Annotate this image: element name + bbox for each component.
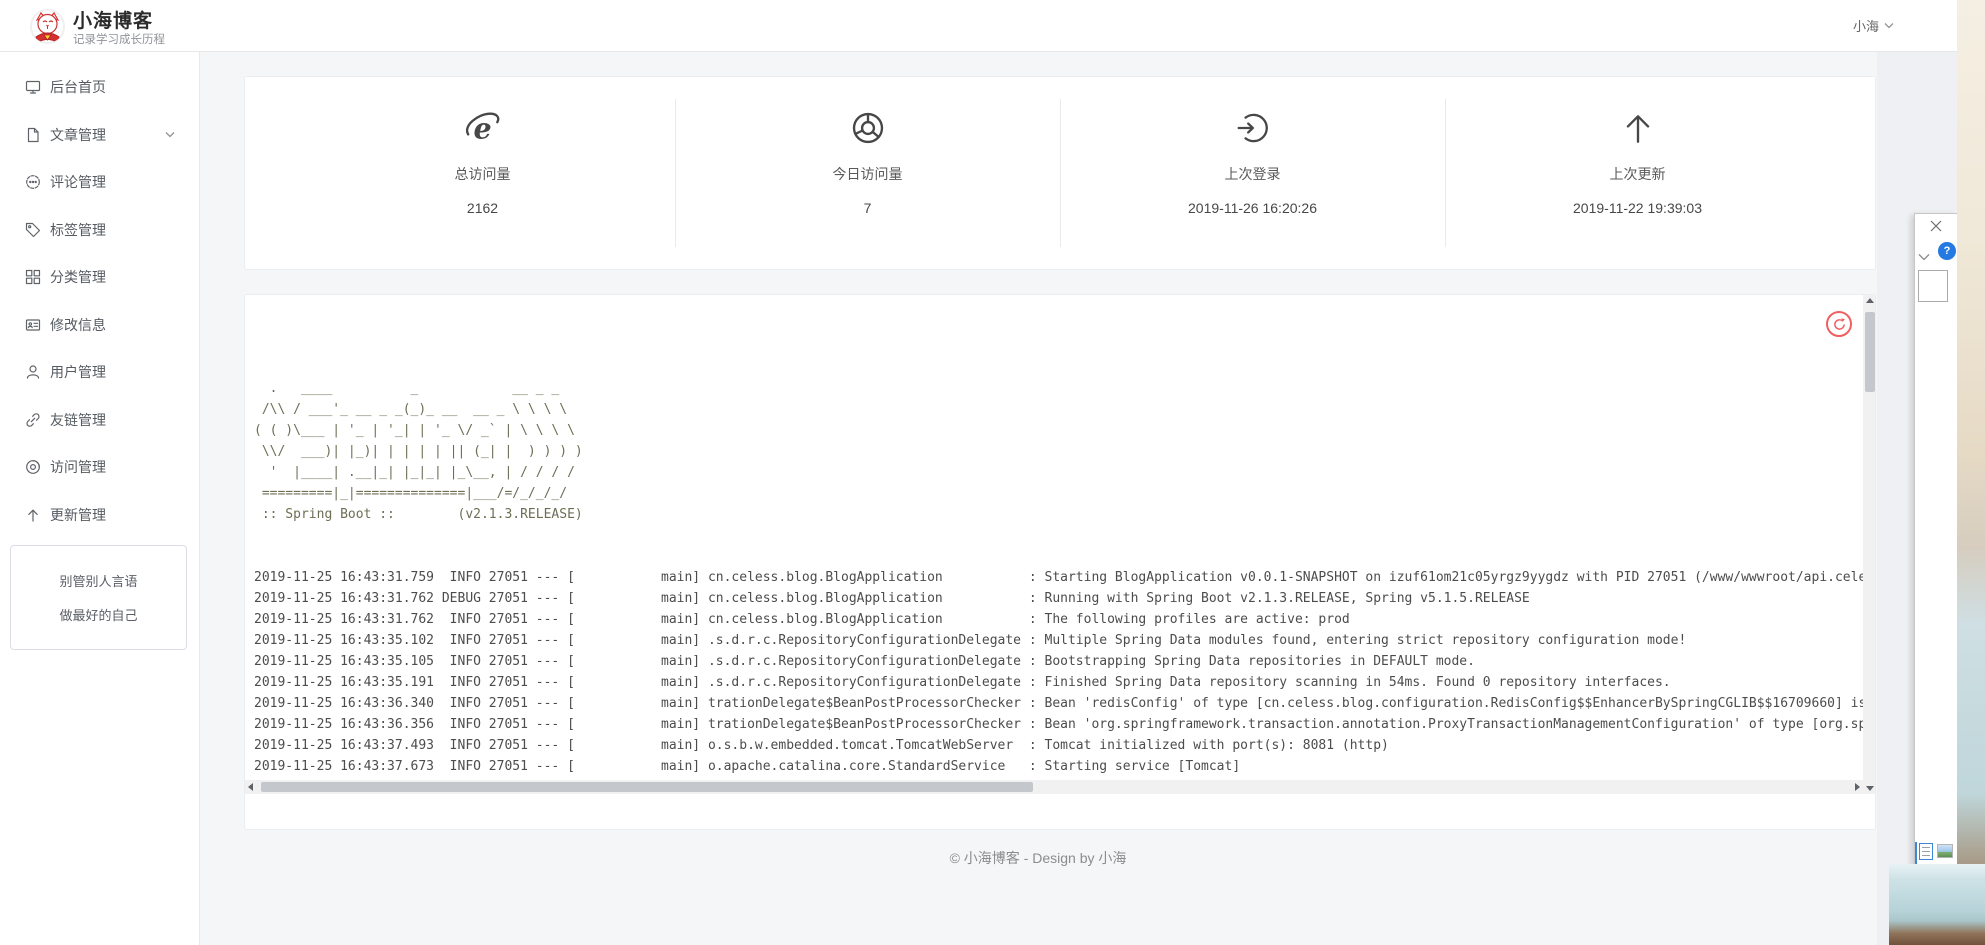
chevron-down-icon: [1884, 22, 1894, 29]
stat-label: 上次更新: [1610, 164, 1666, 184]
sidebar-item-label: 评论管理: [50, 168, 106, 196]
sidebar-item-label: 访问管理: [50, 453, 106, 481]
motto-line-1: 别管别人言语: [59, 571, 137, 590]
popup-text-input[interactable]: [1918, 270, 1948, 302]
user-icon: [25, 364, 41, 380]
sidebar-item-label: 分类管理: [50, 263, 106, 291]
id-card-icon: [25, 317, 41, 333]
chevron-down-icon[interactable]: [1918, 248, 1930, 266]
sidebar-item-articles[interactable]: 文章管理: [0, 121, 199, 149]
username: 小海: [1853, 16, 1879, 35]
chrome-browser-icon: [850, 110, 886, 146]
browser-side-popup: ?: [1914, 213, 1957, 945]
stats-card: e总访问量2162今日访问量7上次登录2019-11-26 16:20:26上次…: [244, 76, 1876, 270]
sidebar-item-label: 更新管理: [50, 501, 106, 529]
list-tray-icon[interactable]: [1919, 843, 1933, 860]
user-dropdown[interactable]: 小海: [1853, 16, 1894, 35]
sidebar-item-profile[interactable]: 修改信息: [0, 311, 199, 339]
site-logo-avatar[interactable]: [30, 9, 65, 44]
sidebar-item-label: 用户管理: [50, 358, 106, 386]
monitor-icon: [25, 79, 41, 95]
stat-last-update: 上次更新 2019-11-22 19:39:03: [1445, 77, 1830, 269]
sidebar-item-dashboard[interactable]: 后台首页: [0, 73, 199, 101]
stat-label: 上次登录: [1225, 164, 1281, 184]
main-content: e总访问量2162今日访问量7上次登录2019-11-26 16:20:26上次…: [199, 51, 1877, 945]
stat-label: 总访问量: [455, 164, 511, 184]
stat-label: 今日访问量: [833, 164, 903, 184]
refresh-icon: [1833, 318, 1846, 331]
sidebar-item-label: 后台首页: [50, 73, 106, 101]
login-icon: [1235, 110, 1271, 146]
chevron-down-icon: [165, 131, 175, 138]
document-icon: [25, 127, 41, 143]
stat-value: 2162: [467, 200, 498, 216]
stat-value: 2019-11-22 19:39:03: [1573, 200, 1702, 216]
refresh-log-button[interactable]: [1826, 311, 1852, 337]
stat-value: 2019-11-26 16:20:26: [1188, 200, 1317, 216]
cat-mascot-avatar: [31, 10, 64, 43]
log-panel: . ____ _ __ _ _ /\\ / ___'_ __ _ _(_)_ _…: [244, 294, 1876, 830]
sidebar-item-categories[interactable]: 分类管理: [0, 263, 199, 291]
footer-copyright: © 小海博客 - Design by 小海: [199, 848, 1877, 868]
site-subtitle: 记录学习成长历程: [73, 31, 165, 47]
motto-line-2: 做最好的自己: [59, 605, 137, 624]
sidebar-item-label: 修改信息: [50, 311, 106, 339]
site-title: 小海博客: [73, 6, 153, 33]
app-header: 小海博客 记录学习成长历程 小海: [0, 0, 1957, 52]
scroll-left-arrow[interactable]: [248, 783, 253, 791]
sidebar-item-label: 文章管理: [50, 121, 106, 149]
close-icon[interactable]: [1929, 219, 1945, 235]
sidebar-item-comments[interactable]: 评论管理: [0, 168, 199, 196]
link-icon: [25, 412, 41, 428]
arrow-up-icon: [1620, 110, 1656, 146]
sidebar: 后台首页文章管理评论管理标签管理分类管理修改信息用户管理友链管理访问管理更新管理…: [0, 51, 200, 945]
sidebar-item-tags[interactable]: 标签管理: [0, 216, 199, 244]
horizontal-scroll-thumb[interactable]: [261, 782, 1033, 792]
vertical-scroll-thumb[interactable]: [1865, 312, 1875, 392]
sidebar-item-updates[interactable]: 更新管理: [0, 501, 199, 529]
sidebar-item-label: 友链管理: [50, 406, 106, 434]
desktop-wallpaper-corner: [1889, 864, 1985, 945]
app-root: 小海博客 记录学习成长历程 小海 后台首页文章管理评论管理标签管理分类管理修改信…: [0, 0, 1985, 945]
scroll-down-arrow[interactable]: [1866, 786, 1874, 791]
arrow-up-icon: [25, 507, 41, 523]
sidebar-item-label: 标签管理: [50, 216, 106, 244]
spring-boot-banner: . ____ _ __ _ _ /\\ / ___'_ __ _ _(_)_ _…: [254, 378, 1863, 525]
grid-icon: [25, 269, 41, 285]
browser-icon: [25, 459, 41, 475]
sidebar-item-visits[interactable]: 访问管理: [0, 453, 199, 481]
comment-icon: [25, 174, 41, 190]
log-horizontal-scrollbar[interactable]: [245, 780, 1863, 794]
sidebar-item-users[interactable]: 用户管理: [0, 358, 199, 386]
motto-box: 别管别人言语 做最好的自己: [10, 545, 187, 650]
stat-value: 7: [864, 200, 872, 216]
stat-total-visits: e 总访问量 2162: [290, 77, 675, 269]
desktop-wallpaper-strip: [1957, 0, 1985, 945]
stat-today-visits: 今日访问量 7: [675, 77, 1060, 269]
picture-tray-icon[interactable]: [1937, 844, 1953, 858]
tag-icon: [25, 222, 41, 238]
help-icon[interactable]: ?: [1938, 242, 1956, 260]
stat-last-login: 上次登录 2019-11-26 16:20:26: [1060, 77, 1445, 269]
ie-browser-icon: e: [465, 110, 501, 146]
scroll-up-arrow[interactable]: [1866, 298, 1874, 303]
log-output: 2019-11-25 16:43:31.759 INFO 27051 --- […: [254, 567, 1863, 780]
sidebar-item-links[interactable]: 友链管理: [0, 406, 199, 434]
log-viewport: . ____ _ __ _ _ /\\ / ___'_ __ _ _(_)_ _…: [245, 295, 1863, 780]
svg-text:e: e: [473, 112, 491, 146]
scroll-right-arrow[interactable]: [1855, 783, 1860, 791]
log-vertical-scrollbar[interactable]: [1863, 295, 1876, 794]
